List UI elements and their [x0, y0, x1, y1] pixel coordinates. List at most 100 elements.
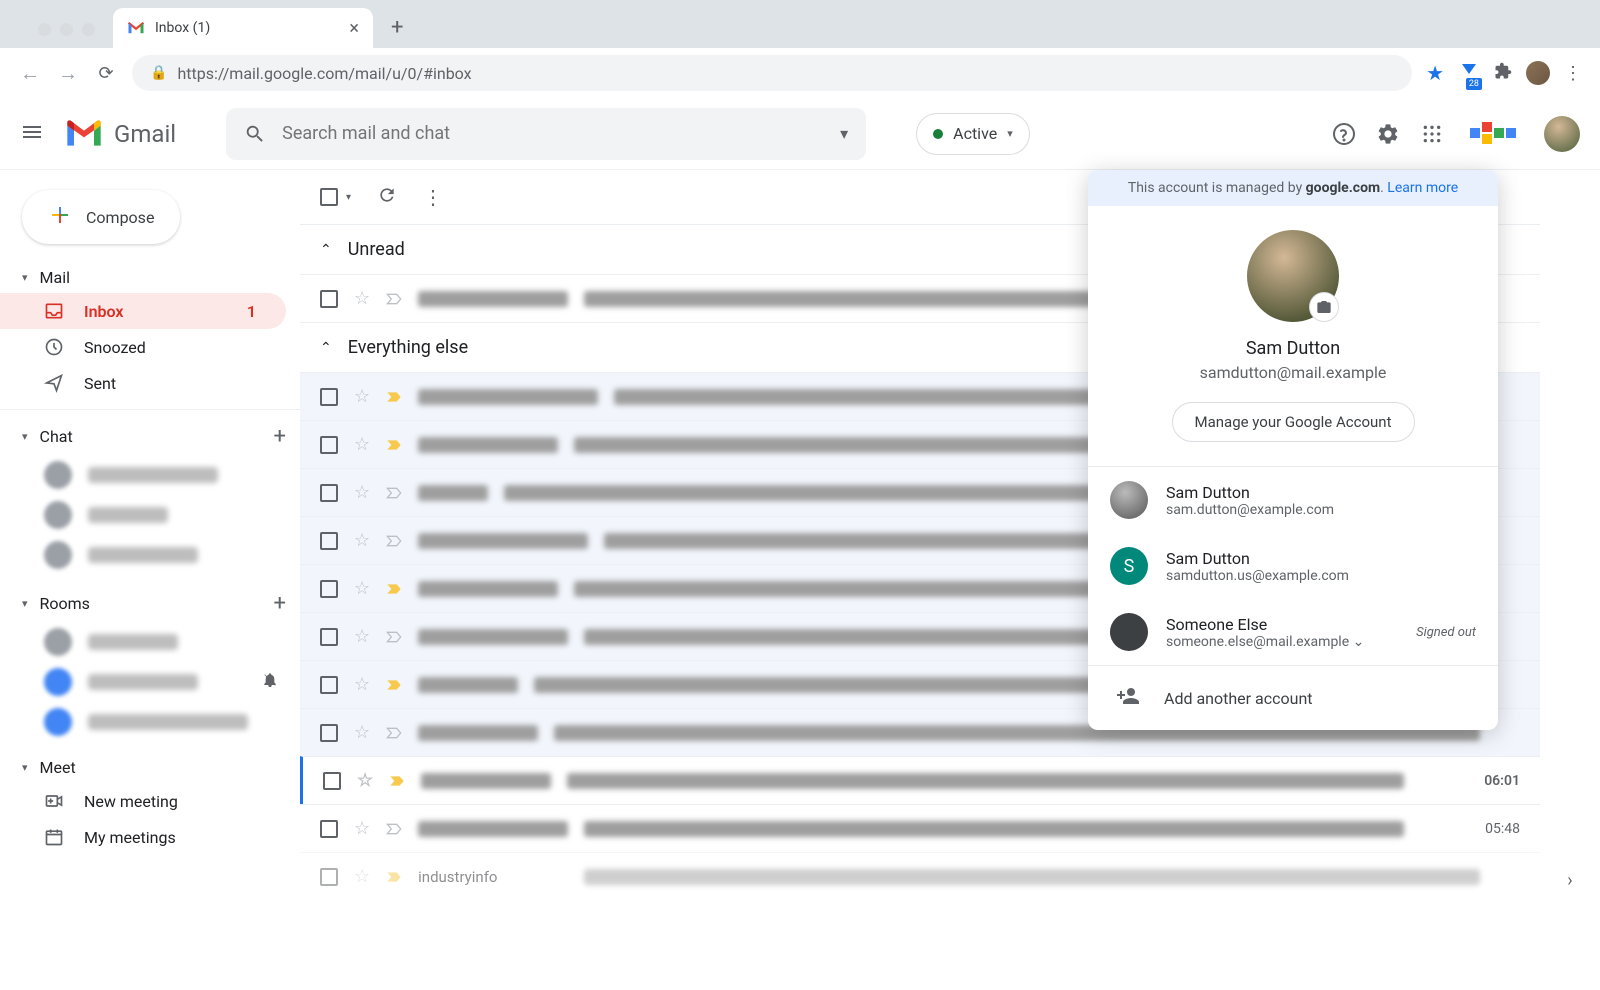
important-icon[interactable] — [386, 630, 402, 644]
important-icon[interactable] — [389, 774, 405, 788]
select-all-checkbox[interactable] — [320, 188, 338, 206]
profile-avatar-icon[interactable] — [1526, 61, 1550, 85]
inbox-count: 1 — [247, 302, 264, 321]
row-checkbox[interactable] — [320, 724, 338, 742]
show-side-panel-icon[interactable]: › — [1567, 870, 1572, 891]
search-options-icon[interactable]: ▾ — [840, 124, 848, 143]
important-icon[interactable] — [386, 292, 402, 306]
important-icon[interactable] — [386, 390, 402, 404]
account-row[interactable]: S Sam Dutton samdutton.us@example.com — [1088, 533, 1498, 599]
banner-domain: google.com — [1306, 180, 1380, 196]
compose-button[interactable]: Compose — [22, 190, 180, 244]
room-item[interactable] — [0, 702, 300, 742]
tab-close-icon[interactable]: × — [349, 18, 359, 39]
star-icon[interactable]: ☆ — [354, 626, 370, 647]
nav-sent[interactable]: Sent — [0, 365, 300, 401]
room-item[interactable] — [0, 622, 300, 662]
mail-section-header[interactable]: ▾ Mail — [0, 262, 300, 293]
refresh-button[interactable] — [377, 185, 397, 209]
star-icon[interactable]: ☆ — [354, 386, 370, 407]
row-checkbox[interactable] — [320, 290, 338, 308]
important-icon[interactable] — [386, 678, 402, 692]
add-room-button[interactable]: + — [274, 591, 286, 616]
star-icon[interactable]: ☆ — [354, 674, 370, 695]
tab-title: Inbox (1) — [155, 20, 210, 36]
row-checkbox[interactable] — [323, 772, 341, 790]
star-icon[interactable]: ☆ — [354, 578, 370, 599]
extensions-menu-icon[interactable] — [1494, 62, 1512, 85]
row-checkbox[interactable] — [320, 388, 338, 406]
rooms-section-header[interactable]: ▾ Rooms + — [0, 585, 300, 622]
row-checkbox[interactable] — [320, 628, 338, 646]
row-checkbox[interactable] — [320, 484, 338, 502]
add-chat-button[interactable]: + — [274, 424, 286, 449]
more-button[interactable]: ⋮ — [423, 185, 443, 209]
change-photo-button[interactable] — [1309, 292, 1339, 322]
star-icon[interactable]: ☆ — [354, 866, 370, 887]
row-checkbox[interactable] — [320, 820, 338, 838]
important-icon[interactable] — [386, 822, 402, 836]
star-icon[interactable]: ☆ — [354, 530, 370, 551]
back-button[interactable]: ← — [18, 61, 42, 86]
account-avatar[interactable] — [1544, 116, 1580, 152]
account-row-email: sam.dutton@example.com — [1166, 502, 1476, 518]
help-button[interactable] — [1332, 122, 1356, 146]
forward-button[interactable]: → — [56, 61, 80, 86]
apps-button[interactable] — [1420, 122, 1444, 146]
star-icon[interactable]: ☆ — [354, 288, 370, 309]
important-icon[interactable] — [386, 726, 402, 740]
extension-badge[interactable]: 28 — [1458, 60, 1480, 86]
person-add-icon — [1116, 684, 1140, 712]
nav-new-meeting[interactable]: New meeting — [0, 783, 300, 819]
chat-contact[interactable] — [0, 495, 300, 535]
row-checkbox[interactable] — [320, 532, 338, 550]
bookmark-star-icon[interactable]: ★ — [1426, 61, 1444, 85]
important-icon[interactable] — [386, 534, 402, 548]
account-row[interactable]: Someone Else someone.else@mail.example ⌄… — [1088, 599, 1498, 665]
search-box[interactable]: ▾ — [226, 108, 866, 160]
star-icon[interactable]: ☆ — [354, 482, 370, 503]
important-icon[interactable] — [386, 582, 402, 596]
star-icon[interactable]: ☆ — [354, 434, 370, 455]
chat-section-header[interactable]: ▾ Chat + — [0, 418, 300, 455]
reload-button[interactable]: ⟳ — [94, 63, 118, 84]
account-row[interactable]: Sam Dutton sam.dutton@example.com — [1088, 467, 1498, 533]
nav-snoozed[interactable]: Snoozed — [0, 329, 300, 365]
row-checkbox[interactable] — [320, 676, 338, 694]
settings-button[interactable] — [1376, 122, 1400, 146]
nav-my-meetings[interactable]: My meetings — [0, 819, 300, 855]
important-icon[interactable] — [386, 486, 402, 500]
status-pill[interactable]: Active ▾ — [916, 113, 1030, 155]
browser-menu-icon[interactable]: ⋮ — [1564, 63, 1582, 84]
chat-contact[interactable] — [0, 455, 300, 495]
email-row[interactable]: ☆industryinfo — [300, 852, 1540, 900]
search-input[interactable] — [282, 123, 824, 144]
maximize-window-icon[interactable] — [82, 23, 95, 36]
star-icon[interactable]: ☆ — [354, 722, 370, 743]
main-menu-button[interactable] — [20, 120, 44, 148]
chat-contact[interactable] — [0, 535, 300, 575]
star-icon[interactable]: ☆ — [357, 770, 373, 791]
row-checkbox[interactable] — [320, 436, 338, 454]
manage-account-button[interactable]: Manage your Google Account — [1172, 402, 1415, 442]
learn-more-link[interactable]: Learn more — [1387, 180, 1458, 196]
important-icon[interactable] — [386, 870, 402, 884]
gmail-logo[interactable]: Gmail — [64, 119, 176, 149]
minimize-window-icon[interactable] — [60, 23, 73, 36]
chevron-down-icon: ⌄ — [1353, 634, 1365, 650]
new-tab-button[interactable]: + — [373, 15, 421, 48]
email-row[interactable]: ☆05:48 — [300, 804, 1540, 852]
browser-tab[interactable]: Inbox (1) × — [113, 8, 373, 48]
close-window-icon[interactable] — [38, 23, 51, 36]
row-checkbox[interactable] — [320, 580, 338, 598]
meet-section-header[interactable]: ▾ Meet — [0, 752, 300, 783]
row-checkbox[interactable] — [320, 868, 338, 886]
important-icon[interactable] — [386, 438, 402, 452]
nav-inbox[interactable]: Inbox 1 — [0, 293, 286, 329]
room-item[interactable] — [0, 662, 300, 702]
add-account-button[interactable]: Add another account — [1088, 665, 1498, 730]
select-dropdown-icon[interactable]: ▾ — [346, 192, 351, 203]
email-row[interactable]: ☆06:01 — [300, 756, 1540, 804]
star-icon[interactable]: ☆ — [354, 818, 370, 839]
url-bar[interactable]: 🔒 https://mail.google.com/mail/u/0/#inbo… — [132, 55, 1412, 91]
